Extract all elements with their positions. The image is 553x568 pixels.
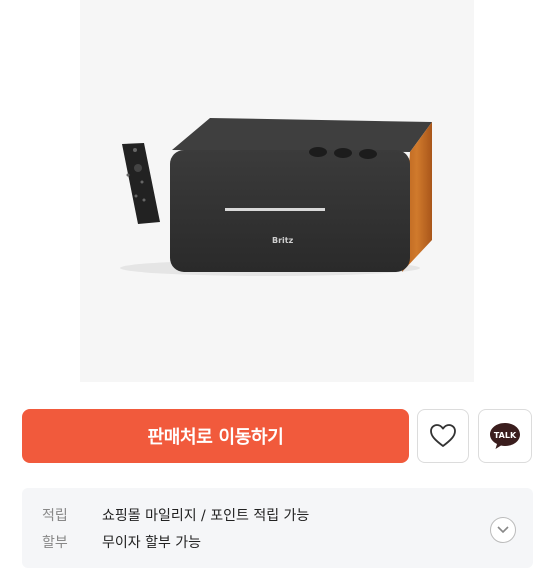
purchase-info-box: 적립 쇼핑몰 마일리지 / 포인트 적립 가능 할부 무이자 할부 가능 [22, 488, 533, 568]
info-value: 무이자 할부 가능 [102, 535, 202, 551]
talk-button[interactable]: TALK [478, 409, 532, 463]
heart-icon [430, 424, 456, 447]
talk-icon: TALK [490, 423, 520, 449]
talk-label: TALK [494, 431, 517, 440]
info-key: 적립 [42, 508, 68, 524]
info-value: 쇼핑몰 마일리지 / 포인트 적립 가능 [102, 508, 310, 524]
product-image: Britz + [80, 0, 474, 382]
action-row: 판매처로 이동하기 TALK [0, 407, 553, 465]
speaker-brand-label: Britz [272, 236, 294, 245]
chevron-down-icon [497, 526, 509, 534]
speaker-illustration: Britz [120, 118, 432, 276]
go-to-seller-button[interactable]: 판매처로 이동하기 [22, 409, 409, 463]
wishlist-button[interactable] [417, 409, 469, 463]
expand-info-button[interactable] [490, 517, 516, 543]
info-key: 할부 [42, 535, 68, 551]
go-to-seller-label: 판매처로 이동하기 [147, 427, 284, 448]
